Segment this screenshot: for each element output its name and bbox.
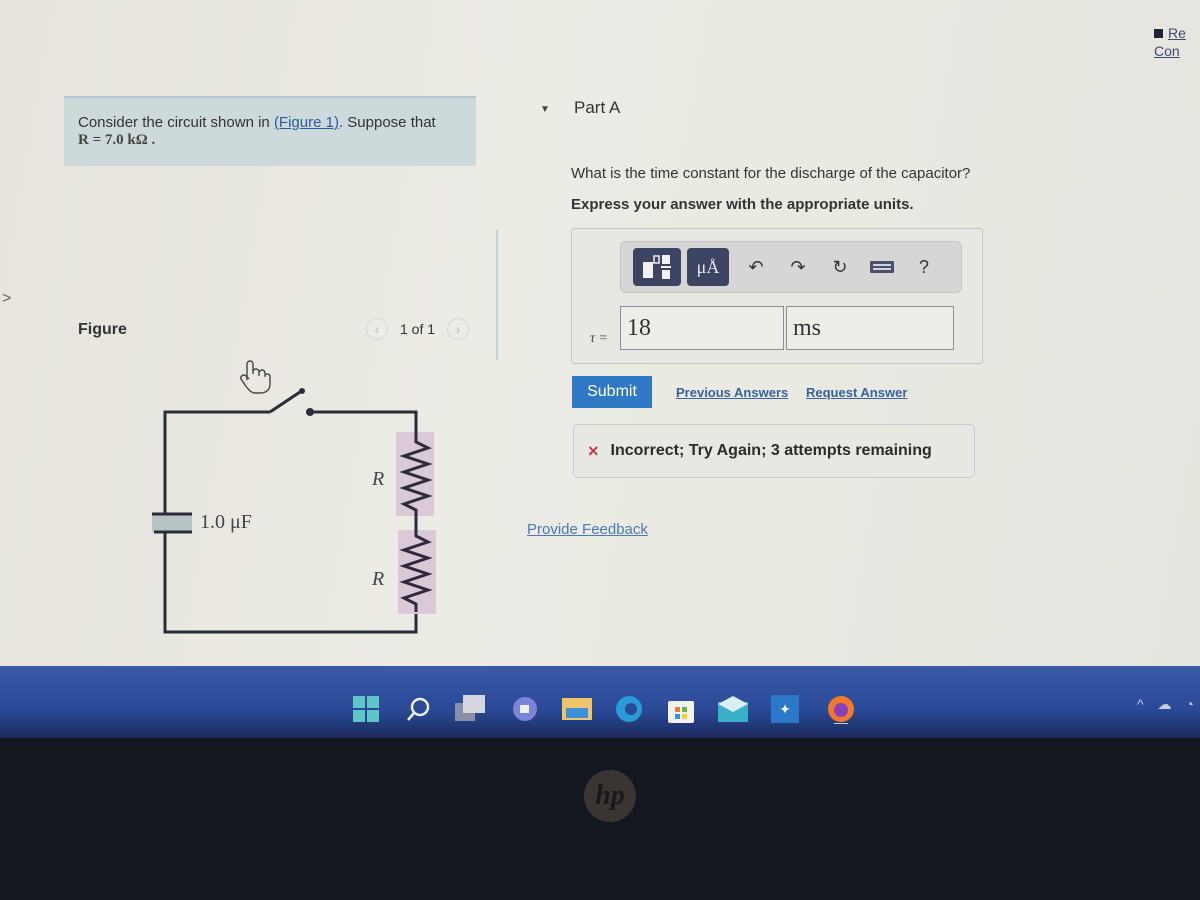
reset-icon[interactable]: ↻ xyxy=(819,257,861,278)
intro-text: Consider the circuit shown in xyxy=(78,114,274,131)
fraction-template-icon xyxy=(643,255,671,279)
templates-button[interactable] xyxy=(633,248,681,286)
circuit-figure: 1.0 μF R R xyxy=(140,350,460,640)
panel-divider xyxy=(496,230,498,360)
part-title: Part A xyxy=(574,98,621,117)
question-text: What is the time constant for the discha… xyxy=(571,165,971,182)
capacitor xyxy=(152,512,192,534)
resources-corner: Re Con xyxy=(1154,24,1186,60)
pager-text: 1 of 1 xyxy=(400,321,436,337)
firefox-icon[interactable] xyxy=(826,694,856,724)
capacitor-label: 1.0 μF xyxy=(200,511,252,533)
edge-icon[interactable] xyxy=(614,694,644,724)
hand-pointer-icon xyxy=(240,360,271,394)
resources-icon xyxy=(1154,29,1163,38)
math-toolbar: μÅ ↶ ↷ ↻ ? xyxy=(620,241,962,293)
file-explorer-icon[interactable] xyxy=(562,694,592,724)
intro-text-suffix: . Suppose that xyxy=(338,114,436,131)
units-button[interactable]: μÅ xyxy=(687,248,729,286)
figure-pager: ‹ 1 of 1 › xyxy=(366,318,470,340)
tray-overflow-icon[interactable]: ^ xyxy=(1137,696,1144,713)
submit-button[interactable]: Submit xyxy=(572,376,652,408)
hp-logo: hp xyxy=(584,770,636,822)
next-figure-button[interactable]: › xyxy=(447,318,470,340)
answer-value-input[interactable] xyxy=(620,306,784,350)
browser-screen: > Consider the circuit shown in (Figure … xyxy=(0,0,1200,680)
undo-icon[interactable]: ↶ xyxy=(735,257,777,278)
svg-text:✦: ✦ xyxy=(779,701,791,717)
switch[interactable] xyxy=(269,388,314,416)
left-chevron-icon[interactable]: > xyxy=(2,290,11,308)
feedback-message: × Incorrect; Try Again; 3 attempts remai… xyxy=(573,424,975,478)
problem-intro: Consider the circuit shown in (Figure 1)… xyxy=(64,96,476,166)
given-resistance: R = 7.0 kΩ . xyxy=(78,132,156,148)
incorrect-x-icon: × xyxy=(588,440,599,461)
previous-answers-link[interactable]: Previous Answers xyxy=(676,385,788,400)
chat-icon[interactable] xyxy=(510,694,540,724)
figure-header: Figure ‹ 1 of 1 › xyxy=(78,318,488,342)
resistor-bottom xyxy=(398,520,436,614)
figure-link[interactable]: (Figure 1) xyxy=(274,114,339,131)
redo-icon[interactable]: ↷ xyxy=(777,257,819,278)
prev-figure-button[interactable]: ‹ xyxy=(366,318,388,340)
answer-panel: μÅ ↶ ↷ ↻ ? τ = xyxy=(571,228,983,364)
onedrive-icon[interactable]: ☁ xyxy=(1158,696,1172,713)
start-icon[interactable] xyxy=(351,694,381,724)
mail-icon[interactable] xyxy=(718,694,748,724)
answer-units-input[interactable] xyxy=(786,306,954,350)
network-icon[interactable]: ◔ xyxy=(1186,696,1194,713)
constants-link[interactable]: Con xyxy=(1154,43,1180,59)
resistor-top xyxy=(396,432,434,520)
request-answer-link[interactable]: Request Answer xyxy=(806,385,907,400)
figure-title: Figure xyxy=(78,321,127,338)
store-icon[interactable] xyxy=(666,694,696,724)
search-icon[interactable] xyxy=(403,694,433,724)
help-icon[interactable]: ? xyxy=(903,257,945,278)
review-link[interactable]: Re xyxy=(1168,25,1186,41)
dropbox-icon[interactable]: ✦ xyxy=(770,694,800,724)
keyboard-icon[interactable] xyxy=(861,260,903,274)
resistor-label-bottom: R xyxy=(372,568,385,590)
tau-label: τ = xyxy=(590,331,608,346)
windows-taskbar: ✦ ^ ☁ ◔ xyxy=(0,666,1200,738)
resistor-label-top: R xyxy=(372,468,385,490)
system-tray: ^ ☁ ◔ xyxy=(1137,696,1194,713)
provide-feedback-link[interactable]: Provide Feedback xyxy=(527,521,648,538)
task-view-icon[interactable] xyxy=(455,694,485,724)
instruction-text: Express your answer with the appropriate… xyxy=(571,196,914,213)
collapse-part-icon[interactable]: ▼ xyxy=(540,104,550,115)
feedback-text: Incorrect; Try Again; 3 attempts remaini… xyxy=(610,442,932,459)
